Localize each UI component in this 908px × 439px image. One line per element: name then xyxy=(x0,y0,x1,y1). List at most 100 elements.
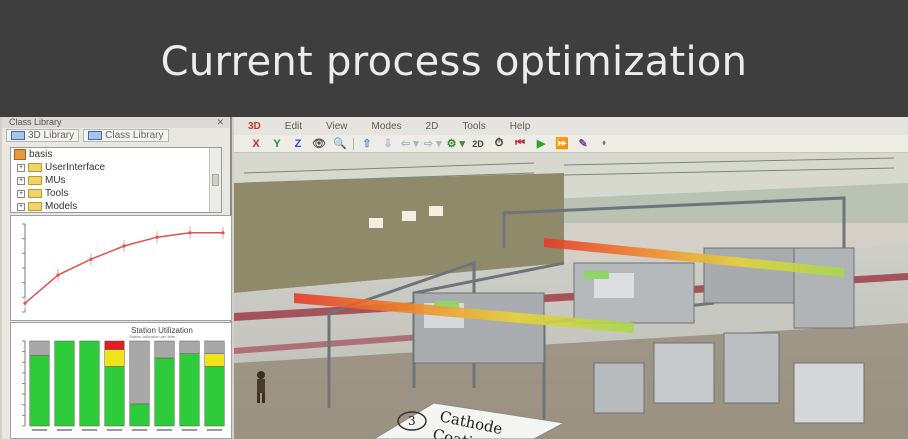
fast-forward-icon[interactable]: ⏩ xyxy=(554,137,570,151)
wall-window xyxy=(429,206,443,216)
bar-segment-working xyxy=(179,353,200,427)
slide-title: Current process optimization xyxy=(160,38,748,85)
data-point xyxy=(122,244,126,248)
library-tabs: 3D Library Class Library xyxy=(2,128,230,143)
bar-segment-working xyxy=(79,340,100,427)
tab-label: Class Library xyxy=(105,130,164,141)
line-chart xyxy=(22,223,225,313)
panel-title: Class Library xyxy=(9,117,62,127)
bar-segment-idle xyxy=(129,340,150,405)
slide-banner: Current process optimization xyxy=(0,0,908,117)
software-screenshot: Class Library ✕ 3D Library Class Library… xyxy=(0,117,908,439)
tree-item-label: Tools xyxy=(45,188,69,199)
bar-segment-working xyxy=(54,340,75,427)
expand-icon[interactable]: + xyxy=(17,176,25,185)
x-tick-label xyxy=(81,429,98,431)
menu-3d[interactable]: 3D xyxy=(248,121,261,132)
tab-3d-library[interactable]: 3D Library xyxy=(6,129,80,142)
bar-segment-working xyxy=(29,355,50,427)
data-point xyxy=(221,231,225,235)
class-tree: basis + UserInterface + MUs + Tools + Mo… xyxy=(10,147,222,213)
data-point xyxy=(23,301,27,305)
x-tick-label xyxy=(56,429,73,431)
data-point xyxy=(188,231,192,235)
folder-icon xyxy=(28,202,42,211)
bar-segment-working xyxy=(154,357,175,427)
expand-icon[interactable]: + xyxy=(17,189,25,198)
expand-icon[interactable]: + xyxy=(17,163,25,172)
scrollbar-thumb[interactable] xyxy=(212,174,219,186)
data-point xyxy=(155,235,159,239)
folder-icon xyxy=(28,163,42,172)
view-2d-icon[interactable]: 2D xyxy=(470,137,486,151)
brush-icon[interactable]: ✎ xyxy=(575,137,591,151)
tab-label: 3D Library xyxy=(28,130,75,141)
arrow-left-icon[interactable]: ⇦ ▾ xyxy=(401,137,419,151)
bar-segment-waiting xyxy=(204,353,225,367)
x-tick-label xyxy=(106,429,123,431)
folder-icon xyxy=(28,189,42,198)
timer-icon[interactable]: ⏱ xyxy=(491,137,507,151)
z-axis-icon[interactable]: Z xyxy=(290,137,306,151)
bar-segment-idle xyxy=(179,340,200,354)
x-axis-icon[interactable]: X xyxy=(248,137,264,151)
toolbar: X Y Z 👁 🔍 ⇧ ⇩ ⇦ ▾ ⇨ ▾ ⚙ ▾ 2D ⏱ ⏮ ▶ ⏩ ✎ ⬫ xyxy=(234,135,908,153)
bar-segment-blocked xyxy=(104,340,125,350)
library-icon xyxy=(11,131,25,140)
stacked-bar-chart xyxy=(22,340,225,431)
x-tick-label xyxy=(181,429,198,431)
reset-icon[interactable]: ⏮ xyxy=(512,137,528,151)
menu-edit[interactable]: Edit xyxy=(285,121,302,132)
line-chart-panel xyxy=(10,215,232,321)
x-tick-label xyxy=(156,429,173,431)
x-tick-label xyxy=(31,429,48,431)
bar-segment-working xyxy=(104,366,125,427)
expand-icon[interactable]: + xyxy=(17,202,25,211)
tree-item-label: Models xyxy=(45,201,78,212)
data-point xyxy=(56,273,60,277)
menu-view[interactable]: View xyxy=(326,121,348,132)
menu-help[interactable]: Help xyxy=(510,121,531,132)
x-tick-label xyxy=(131,429,148,431)
y-axis-icon[interactable]: Y xyxy=(269,137,285,151)
tree-item-basis[interactable]: basis xyxy=(11,148,221,161)
zoom-icon[interactable]: 🔍 xyxy=(332,137,348,151)
tab-class-library[interactable]: Class Library xyxy=(83,129,169,142)
menu-tools[interactable]: Tools xyxy=(462,121,485,132)
3d-factory-scene[interactable]: 3 Cathode Coating xyxy=(234,153,908,439)
3d-viewer-window: 3D Edit View Modes 2D Tools Help X Y Z 👁… xyxy=(234,117,908,439)
toolbar-separator xyxy=(353,137,354,150)
menu-bar: 3D Edit View Modes 2D Tools Help xyxy=(234,117,908,135)
library-icon xyxy=(88,131,103,140)
play-icon[interactable]: ▶ xyxy=(533,137,549,151)
bar-chart-panel: Station Utilization Station-utilization … xyxy=(10,322,232,439)
menu-modes[interactable]: Modes xyxy=(372,121,402,132)
eye-icon[interactable]: 👁 xyxy=(311,137,327,151)
tree-item-mus[interactable]: + MUs xyxy=(11,174,221,187)
arrow-down-icon[interactable]: ⇩ xyxy=(380,137,396,151)
camera-icon[interactable]: ⚙ ▾ xyxy=(447,137,465,151)
arrow-right-icon[interactable]: ⇨ ▾ xyxy=(424,137,442,151)
close-icon[interactable]: ✕ xyxy=(216,117,224,128)
menu-2d[interactable]: 2D xyxy=(426,121,439,132)
station-number: 3 xyxy=(408,414,416,428)
arrow-up-icon[interactable]: ⇧ xyxy=(359,137,375,151)
basis-icon xyxy=(14,149,26,160)
tree-scrollbar[interactable] xyxy=(209,148,221,212)
wall-window xyxy=(402,211,416,221)
class-library-panel: Class Library ✕ 3D Library Class Library… xyxy=(2,117,232,439)
panel-title-bar: Class Library ✕ xyxy=(2,117,230,128)
bar-segment-working xyxy=(204,366,225,427)
bar-segment-idle xyxy=(29,340,50,356)
tree-item-tools[interactable]: + Tools xyxy=(11,187,221,200)
bar-segment-idle xyxy=(204,340,225,354)
bar-chart-subtitle: Station-utilization per time xyxy=(129,334,176,339)
tree-item-label: MUs xyxy=(45,175,66,186)
tree-item-label: basis xyxy=(29,149,53,160)
bar-segment-idle xyxy=(154,340,175,359)
x-tick-label xyxy=(206,429,223,431)
step-icon[interactable]: ⬫ xyxy=(596,137,612,151)
tree-item-label: UserInterface xyxy=(45,162,106,173)
tree-item-models[interactable]: + Models xyxy=(11,200,221,213)
tree-item-userinterface[interactable]: + UserInterface xyxy=(11,161,221,174)
